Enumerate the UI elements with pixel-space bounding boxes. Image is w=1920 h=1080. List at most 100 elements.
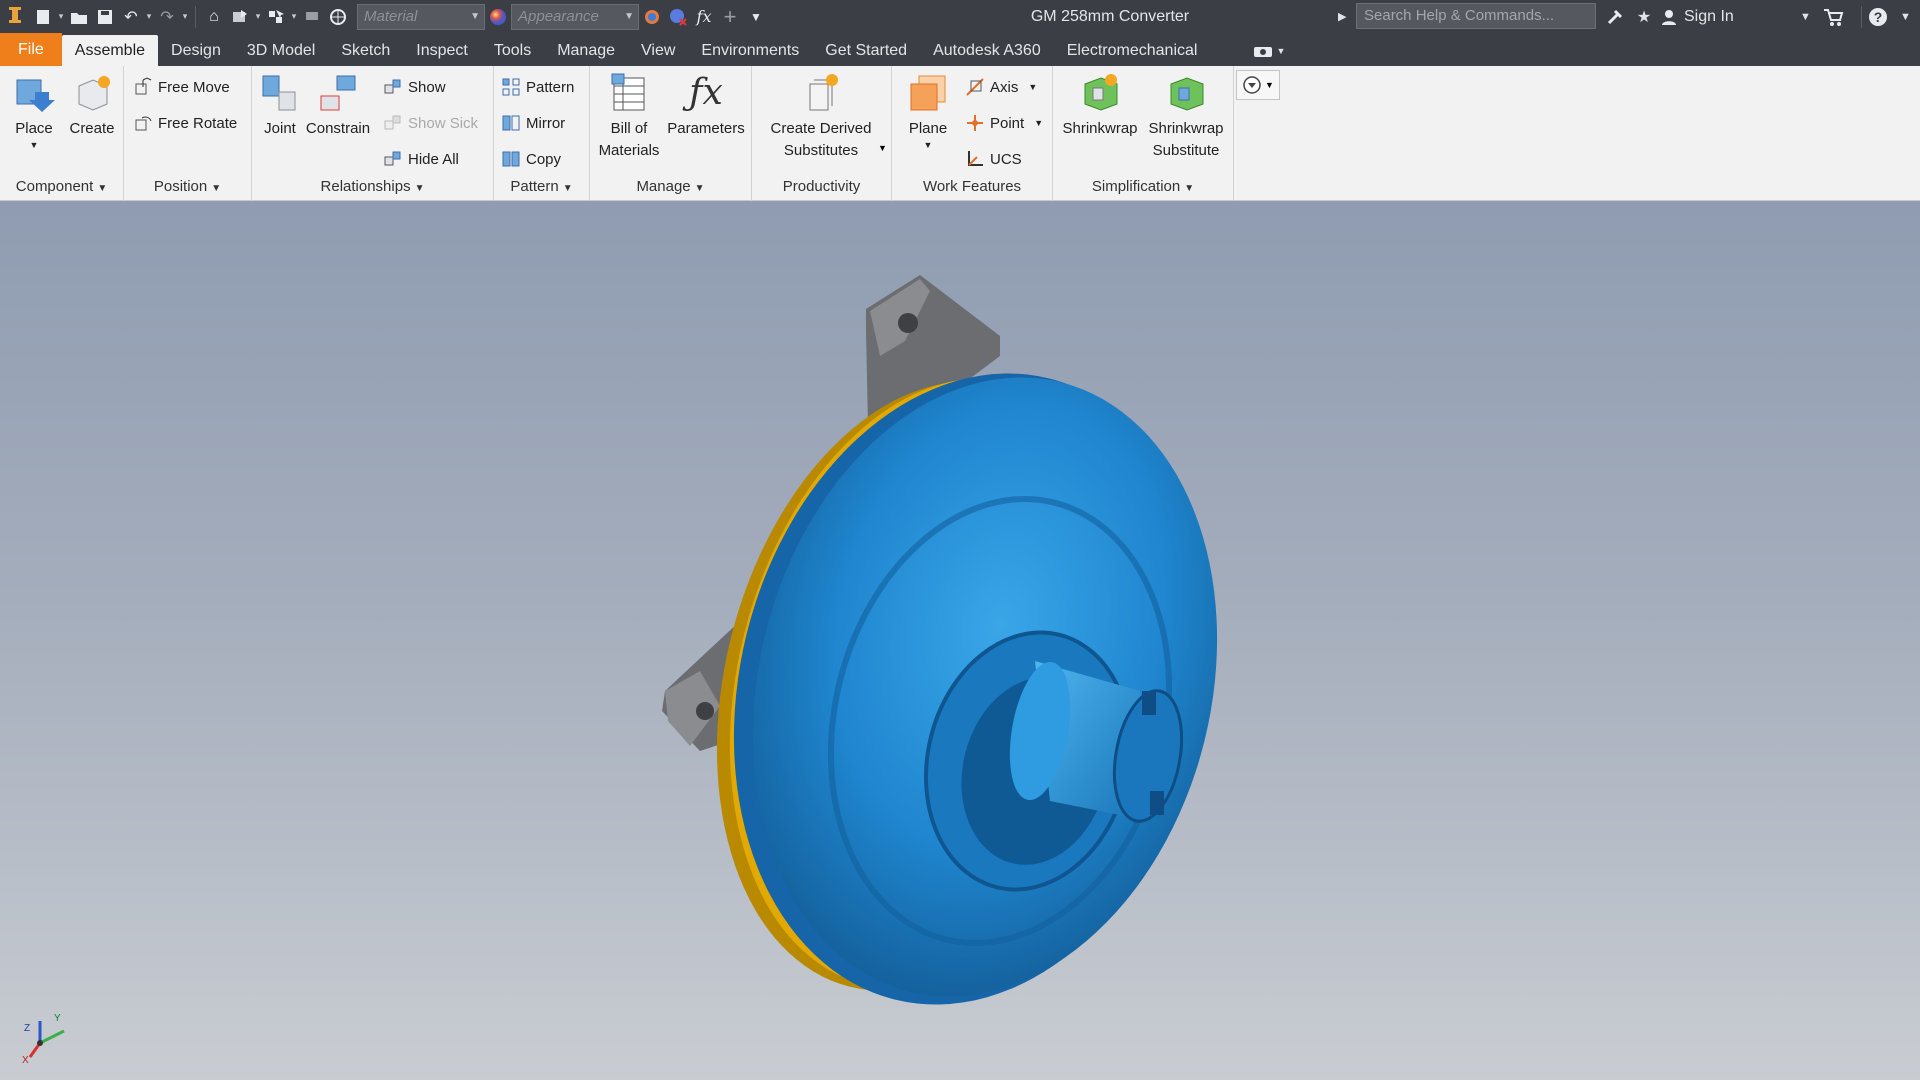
sign-in-dropdown-icon[interactable]: ▼ — [1800, 0, 1811, 33]
select-dropdown-icon[interactable]: ▾ — [289, 11, 299, 22]
pattern-button[interactable]: Pattern — [500, 74, 574, 100]
appearance-sphere-icon[interactable] — [485, 5, 511, 29]
ucs-button[interactable]: UCS — [964, 146, 1022, 172]
panel-title-component[interactable]: Component ▼ — [0, 173, 123, 201]
expand-icon[interactable]: ▶ — [1338, 0, 1346, 33]
axis-button[interactable]: Axis ▼ — [964, 74, 1037, 100]
parameters-button[interactable]: ƒx Parameters — [664, 70, 748, 140]
create-derived-substitutes-button[interactable]: Create Derived Substitutes — [756, 70, 886, 162]
panel-title-position[interactable]: Position ▼ — [124, 173, 251, 201]
copy-button[interactable]: Copy — [500, 146, 561, 172]
panel-title-pattern[interactable]: Pattern ▼ — [494, 173, 589, 201]
tab-view[interactable]: View — [628, 35, 688, 66]
parameters-label: Parameters — [667, 120, 745, 137]
redo-dropdown-icon[interactable]: ▾ — [180, 11, 190, 22]
plane-button[interactable]: Plane ▼ — [892, 70, 964, 150]
copy-label: Copy — [526, 150, 562, 168]
update-icon[interactable] — [227, 5, 253, 29]
ribbon-options-button[interactable]: ▼ — [1236, 70, 1280, 100]
home-icon[interactable]: ⌂ — [201, 5, 227, 29]
bill-of-materials-button[interactable]: Bill of Materials — [594, 70, 664, 162]
chevron-down-icon[interactable]: ▼ — [878, 143, 887, 153]
clear-appearance-icon[interactable] — [665, 5, 691, 29]
search-input[interactable]: Search Help & Commands... — [1356, 3, 1596, 29]
point-button[interactable]: Point ▼ — [964, 110, 1043, 136]
axis-z-label: Z — [24, 1023, 31, 1034]
tab-3d-model[interactable]: 3D Model — [234, 35, 328, 66]
undo-icon[interactable]: ↶ — [118, 5, 144, 29]
tab-sketch[interactable]: Sketch — [328, 35, 403, 66]
tab-assemble[interactable]: Assemble — [61, 35, 159, 66]
shrinkwrap-substitute-icon — [1163, 70, 1209, 116]
save-icon[interactable] — [92, 5, 118, 29]
tab-get-started[interactable]: Get Started — [812, 35, 920, 66]
chevron-down-icon: ▼ — [694, 183, 705, 194]
panel-title-manage[interactable]: Manage ▼ — [590, 173, 751, 201]
tab-file[interactable]: File — [0, 33, 62, 66]
panel-title-simplification[interactable]: Simplification ▼ — [1053, 173, 1233, 201]
tab-inspect[interactable]: Inspect — [403, 35, 481, 66]
free-rotate-button[interactable]: Free Rotate — [132, 110, 237, 136]
chevron-down-icon: ▼ — [1028, 82, 1038, 92]
cart-icon[interactable] — [1822, 0, 1844, 33]
mirror-button[interactable]: Mirror — [500, 110, 565, 136]
constrain-button[interactable]: Constrain — [306, 70, 370, 140]
undo-dropdown-icon[interactable]: ▾ — [144, 11, 154, 22]
hide-all-button[interactable]: Hide All — [382, 146, 459, 172]
panel-title-relationships[interactable]: Relationships ▼ — [252, 173, 493, 201]
ribbon-panel: Place ▼ Create Component ▼ Free Move Free… — [0, 66, 1920, 201]
help-dropdown-icon[interactable]: ▼ — [1900, 0, 1911, 33]
material-select[interactable]: Material ▼ — [357, 3, 485, 30]
joint-button[interactable]: Joint — [256, 70, 304, 140]
shrinkwrap-icon — [1077, 70, 1123, 116]
measure-icon[interactable] — [299, 5, 325, 29]
plane-icon — [905, 70, 951, 116]
tab-design[interactable]: Design — [158, 35, 234, 66]
help-icon[interactable]: ? — [1868, 0, 1888, 33]
fx-icon[interactable]: fx — [691, 5, 717, 29]
show-button[interactable]: Show — [382, 74, 446, 100]
free-move-button[interactable]: Free Move — [132, 74, 230, 100]
chevron-down-icon: ▼ — [414, 183, 425, 194]
sign-in-button[interactable]: Sign In — [1660, 0, 1734, 33]
customize-dropdown-icon[interactable]: ▼ — [743, 5, 769, 29]
new-file-icon[interactable] — [30, 5, 56, 29]
document-title: GM 258mm Converter — [1030, 7, 1190, 25]
globe-icon[interactable] — [325, 5, 351, 29]
appearance-select[interactable]: Appearance ▼ — [511, 3, 639, 30]
panel-title-productivity: Productivity — [752, 173, 891, 201]
create-button[interactable]: Create — [64, 70, 120, 140]
shrinkwrap-substitute-button[interactable]: Shrinkwrap Substitute — [1143, 70, 1229, 162]
ribbon-tab-bar: File Assemble Design 3D Model Sketch Ins… — [0, 33, 1920, 66]
shrinkwrap-button[interactable]: Shrinkwrap — [1057, 70, 1143, 140]
create-label: Create — [69, 120, 115, 137]
app-logo-icon[interactable] — [0, 5, 30, 29]
select-icon[interactable] — [263, 5, 289, 29]
tab-tools[interactable]: Tools — [481, 35, 544, 66]
ribbon-display-toggle[interactable]: ▼ — [1240, 35, 1298, 66]
chevron-down-icon: ▼ — [29, 140, 39, 150]
update-dropdown-icon[interactable]: ▾ — [253, 11, 263, 22]
place-button[interactable]: Place ▼ — [6, 70, 62, 150]
new-dropdown-icon[interactable]: ▾ — [56, 11, 66, 22]
joint-icon — [257, 70, 303, 116]
show-sick-button[interactable]: Show Sick — [382, 110, 478, 136]
redo-icon[interactable]: ↷ — [154, 5, 180, 29]
favorites-star-icon[interactable]: ★ — [1630, 0, 1658, 33]
tab-environments[interactable]: Environments — [688, 35, 812, 66]
shrinkwrap-sub-label-line2: Substitute — [1152, 142, 1220, 159]
torque-converter-body[interactable] — [669, 322, 1280, 1055]
tab-manage[interactable]: Manage — [544, 35, 628, 66]
graphics-viewport[interactable]: Y Z X — [0, 201, 1920, 1080]
plus-icon[interactable]: + — [717, 4, 743, 29]
search-go-icon[interactable] — [1600, 0, 1630, 33]
adjust-appearance-icon[interactable] — [639, 5, 665, 29]
copy-icon — [500, 148, 522, 170]
tab-electromechanical[interactable]: Electromechanical — [1054, 35, 1211, 66]
svg-text:?: ? — [1874, 9, 1883, 25]
model-canvas[interactable] — [0, 201, 1920, 1080]
open-folder-icon[interactable] — [66, 5, 92, 29]
free-move-label: Free Move — [158, 78, 230, 96]
show-constraints-icon — [382, 76, 404, 98]
tab-autodesk-a360[interactable]: Autodesk A360 — [920, 35, 1054, 66]
